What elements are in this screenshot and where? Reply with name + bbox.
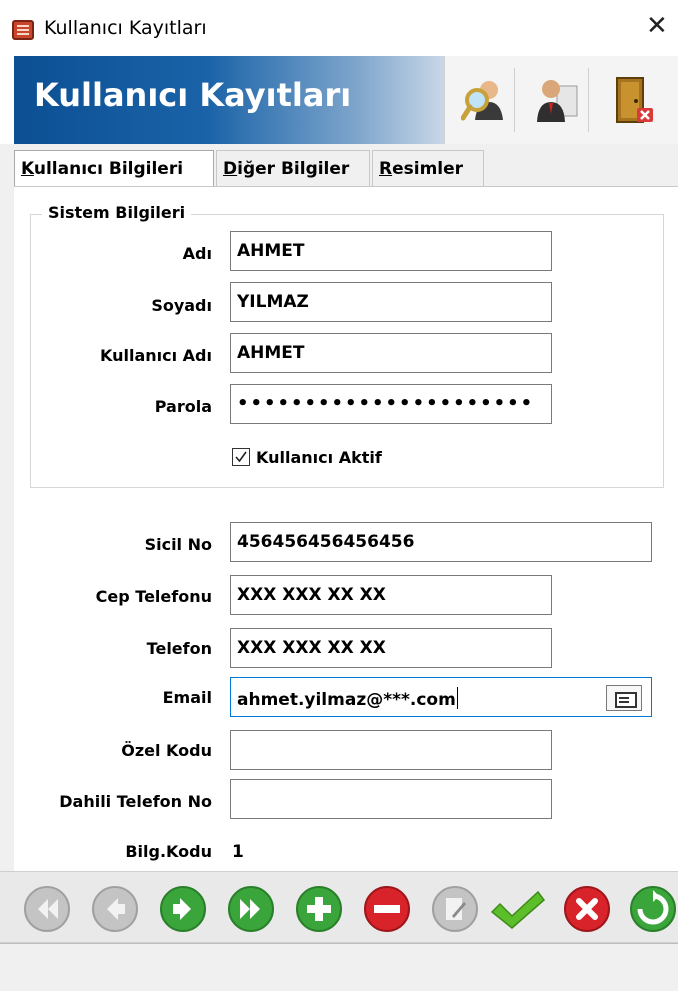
exit-door-icon	[616, 77, 653, 123]
system-info-legend: Sistem Bilgileri	[42, 203, 192, 222]
cancel-button[interactable]	[562, 884, 612, 934]
search-user-button[interactable]	[451, 68, 515, 132]
previous-record-button[interactable]	[90, 884, 140, 934]
last-record-icon	[228, 886, 274, 932]
user-edit-button[interactable]	[525, 68, 589, 132]
soyadi-label: Soyadı	[151, 296, 212, 315]
record-navigation-toolbar	[0, 871, 678, 943]
tab-resimler[interactable]: Resimler	[372, 150, 484, 186]
telefon-field[interactable]: XXX XXX XX XX	[230, 628, 552, 668]
kullanici-adi-label: Kullanıcı Adı	[99, 346, 212, 365]
exit-button[interactable]	[601, 68, 665, 132]
first-record-button[interactable]	[22, 884, 72, 934]
next-record-icon	[160, 886, 206, 932]
sicil-no-label: Sicil No	[144, 535, 212, 554]
user-edit-icon	[537, 80, 578, 122]
search-user-icon	[461, 81, 503, 121]
bilg-kodu-label: Bilg.Kodu	[125, 842, 212, 861]
kullanici-aktif-checkbox[interactable]	[232, 448, 250, 466]
tab-kullanici-bilgileri[interactable]: Kullanıcı Bilgileri	[14, 150, 214, 188]
add-record-button[interactable]	[294, 884, 344, 934]
adi-field[interactable]: AHMET	[230, 231, 552, 271]
kullanici-adi-field[interactable]: AHMET	[230, 333, 552, 373]
status-bar	[0, 943, 678, 991]
last-record-button[interactable]	[226, 884, 276, 934]
parola-field[interactable]: ••••••••••••••••••••••	[230, 384, 552, 424]
tab-diger-bilgiler[interactable]: Diğer Bilgiler	[216, 150, 370, 186]
email-label: Email	[162, 688, 212, 707]
next-record-button[interactable]	[158, 884, 208, 934]
bilg-kodu-value: 1	[232, 842, 244, 862]
send-email-icon[interactable]	[606, 685, 642, 711]
page-title: Kullanıcı Kayıtları	[34, 76, 352, 114]
add-record-icon	[296, 886, 342, 932]
delete-record-button[interactable]	[362, 884, 412, 934]
edit-record-button[interactable]	[430, 884, 480, 934]
cancel-icon	[564, 886, 610, 932]
delete-record-icon	[364, 886, 410, 932]
ozel-kodu-field[interactable]	[230, 730, 552, 770]
cep-telefonu-label: Cep Telefonu	[95, 587, 212, 606]
adi-label: Adı	[182, 244, 212, 263]
ozel-kodu-label: Özel Kodu	[121, 741, 212, 760]
email-field[interactable]: ahmet.yilmaz@***.com	[230, 677, 652, 717]
cep-telefonu-field[interactable]: XXX XXX XX XX	[230, 575, 552, 615]
text-caret	[456, 687, 458, 709]
save-check-icon	[490, 890, 546, 929]
telefon-label: Telefon	[146, 639, 212, 658]
soyadi-field[interactable]: YILMAZ	[230, 282, 552, 322]
parola-label: Parola	[154, 397, 212, 416]
window-title: Kullanıcı Kayıtları	[44, 17, 207, 39]
app-icon	[12, 20, 34, 40]
previous-record-icon	[92, 886, 138, 932]
edit-record-icon	[432, 886, 478, 932]
check-icon	[235, 451, 247, 463]
dahili-telefon-label: Dahili Telefon No	[59, 792, 212, 811]
user-records-window: Kullanıcı Kayıtları ✕ Kullanıcı Kayıtlar…	[0, 0, 678, 991]
close-icon[interactable]: ✕	[646, 13, 668, 39]
banner-gradient: Kullanıcı Kayıtları	[14, 56, 444, 144]
save-button[interactable]	[488, 884, 548, 934]
refresh-icon	[630, 886, 676, 932]
refresh-button[interactable]	[628, 884, 678, 934]
sicil-no-field[interactable]: 456456456456456	[230, 522, 652, 562]
title-bar: Kullanıcı Kayıtları ✕	[0, 0, 678, 56]
kullanici-aktif-label: Kullanıcı Aktif	[256, 448, 382, 467]
header-banner: Kullanıcı Kayıtları	[0, 56, 678, 144]
dahili-telefon-field[interactable]	[230, 779, 552, 819]
first-record-icon	[24, 886, 70, 932]
banner-toolbar	[444, 56, 678, 144]
email-value: ahmet.yilmaz@***.com	[237, 690, 456, 710]
